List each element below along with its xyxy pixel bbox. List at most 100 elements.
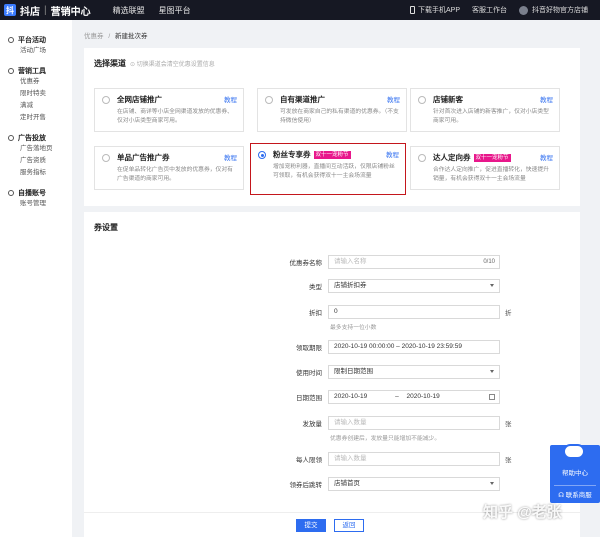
channel-option-influencer[interactable]: 达人定向券 双十一宠粉节 教程 合作达人定向推广，促进直播转化，快速提升销量，有… [410, 146, 560, 190]
channel-option-all-store[interactable]: 全网店铺推广 教程 在店铺、商详等小店全网渠道发放的优惠券、仅对小店类型商家可用… [94, 88, 244, 132]
tutorial-link[interactable]: 教程 [540, 152, 553, 162]
submit-button[interactable]: 提交 [296, 519, 326, 532]
chat-bubble-icon [563, 444, 585, 459]
nav-item-star[interactable]: 星图平台 [159, 5, 191, 16]
phone-icon [409, 6, 415, 14]
nav-item-alliance[interactable]: 精选联盟 [113, 5, 145, 16]
sidebar-group-label: 广告投放 [18, 134, 46, 142]
row-discount: 折扣 0 折 [84, 305, 580, 319]
tutorial-link[interactable]: 教程 [386, 149, 399, 159]
logo-icon: 抖 [4, 4, 16, 16]
sidebar-item-scheduled-sale[interactable]: 定时开售 [0, 112, 72, 124]
sidebar-group-title[interactable]: 营销工具 [0, 65, 72, 76]
sidebar-item-flash-sale[interactable]: 限时特卖 [0, 88, 72, 100]
sidebar-item-activity-square[interactable]: 活动广场 [0, 45, 72, 57]
row-type: 类型 店铺折扣券 [84, 279, 580, 293]
row-coupon-name: 优惠券名称 请输入名称 0/10 [84, 255, 580, 269]
radio-icon[interactable] [102, 154, 110, 162]
breadcrumb-current: 新建批次券 [114, 33, 148, 40]
divider [554, 485, 596, 486]
sidebar-group-title[interactable]: 平台活动 [0, 34, 72, 45]
channel-name: 店铺新客 [433, 95, 463, 104]
sidebar-item-ad-qualification[interactable]: 广告资质 [0, 155, 72, 167]
limit-input[interactable]: 请输入数量 [328, 452, 500, 466]
tutorial-link[interactable]: 教程 [540, 94, 553, 104]
radio-icon[interactable] [258, 151, 266, 159]
discount-label: 折扣 [309, 310, 322, 317]
claim-period-value: 2020-10-19 00:00:00 – 2020-10-19 23:59:5… [334, 343, 462, 350]
type-select[interactable]: 店铺折扣券 [328, 279, 500, 293]
sidebar-item-coupon[interactable]: 优惠券 [0, 76, 72, 88]
sidebar-item-full-reduction[interactable]: 满减 [0, 100, 72, 112]
channel-hint: ⊙ 切换渠道会清空优惠设置信息 [130, 62, 215, 68]
channel-hint-text: 切换渠道会清空优惠设置信息 [136, 62, 215, 68]
sidebar-group-title[interactable]: 自播账号 [0, 187, 72, 198]
use-time-select[interactable]: 限制日期范围 [328, 365, 500, 379]
sidebar-item-service-metrics[interactable]: 服务指标 [0, 167, 72, 179]
sidebar-item-account-management[interactable]: 账号管理 [0, 198, 72, 210]
channel-option-own[interactable]: 自有渠道推广 教程 可发放在商家自己的私有渠道的优惠券。（不支持微信使用） [257, 88, 407, 132]
group-icon [8, 67, 14, 74]
claim-period-picker[interactable]: 2020-10-19 00:00:00 – 2020-10-19 23:59:5… [328, 340, 500, 354]
quantity-input[interactable]: 请输入数量 [328, 416, 500, 430]
help-center-button[interactable]: 帮助中心 [550, 467, 600, 477]
coupon-name-input[interactable]: 请输入名称 0/10 [328, 255, 500, 269]
headset-icon: ☊ [558, 492, 566, 499]
shop-name: 抖音好物官方店铺 [532, 7, 588, 14]
coupon-settings-card: 券设置 优惠券名称 请输入名称 0/10 类型 店铺折扣券 折扣 0 折 最多支… [84, 212, 580, 512]
caret-down-icon [490, 482, 494, 485]
shop-account[interactable]: 抖音好物官方店铺 [519, 5, 588, 15]
watermark: 知乎 @老张 [483, 504, 562, 521]
tutorial-link[interactable]: 教程 [224, 152, 237, 162]
row-jump-after-claim: 领券后跳转 店铺首页 [84, 477, 580, 491]
jump-value: 店铺首页 [334, 480, 360, 487]
contact-service-button[interactable]: ☊ 联系商服 [550, 489, 600, 499]
group-icon [8, 189, 14, 196]
contact-service-label: 联系商服 [565, 492, 592, 499]
discount-unit: 折 [505, 310, 512, 317]
sidebar-group-platform: 平台活动 活动广场 [0, 34, 72, 57]
channel-option-new-customer[interactable]: 店铺新客 教程 针对首次进入店铺的新客推广，仅对小店类型商家可用。 [410, 88, 560, 132]
channel-desc: 可发放在商家自己的私有渠道的优惠券。（不支持微信使用） [280, 109, 399, 124]
top-nav: 精选联盟 星图平台 [113, 5, 205, 16]
back-button[interactable]: 返回 [334, 519, 364, 532]
quantity-unit: 张 [505, 421, 512, 428]
caret-down-icon [490, 284, 494, 287]
tutorial-link[interactable]: 教程 [224, 94, 237, 104]
tutorial-link[interactable]: 教程 [387, 94, 400, 104]
promo-tag: 双十一宠粉节 [313, 150, 351, 159]
limit-label: 每人限领 [296, 457, 322, 464]
logo-divider: | [44, 4, 47, 16]
channel-option-single-ad[interactable]: 单品广告推广券 教程 在促单品转化广告页中发放的优惠券，仅对有广告渠道的商家可用… [94, 146, 244, 190]
channel-name: 粉丝专享券 双十一宠粉节 [273, 149, 399, 160]
channel-option-fans[interactable]: 粉丝专享券 双十一宠粉节 教程 增加宠粉利器，直播间互动活跃，仅限店铺粉丝可领取… [250, 143, 406, 195]
discount-input[interactable]: 0 [328, 305, 500, 319]
sidebar-group-title[interactable]: 广告投放 [0, 132, 72, 143]
sidebar-group-label: 平台活动 [18, 36, 46, 44]
radio-icon[interactable] [265, 96, 273, 104]
radio-icon[interactable] [102, 96, 110, 104]
logo-subtitle: 营销中心 [50, 6, 91, 18]
breadcrumb-parent[interactable]: 优惠券 [84, 33, 104, 40]
logo[interactable]: 抖 抖店 | 营销中心 [0, 0, 91, 20]
radio-icon[interactable] [418, 154, 426, 162]
sidebar-group-label: 自播账号 [18, 189, 46, 197]
radio-icon[interactable] [418, 96, 426, 104]
channel-desc: 增加宠粉利器，直播间互动活跃，仅限店铺粉丝可领取，有机会获得双十一主会场流量 [273, 164, 395, 179]
group-icon [8, 36, 14, 43]
row-date-range: 日期范围 2020-10-19 – 2020-10-19 [84, 390, 580, 404]
date-range-picker[interactable]: 2020-10-19 – 2020-10-19 [328, 390, 500, 404]
sidebar-item-ad-landing[interactable]: 广告落地页 [0, 143, 72, 155]
channel-desc: 合作达人定向推广，促进直播转化，快速提升销量，有机会获得双十一主会场流量 [433, 167, 549, 182]
type-value: 店铺折扣券 [334, 282, 367, 289]
download-app-link[interactable]: 下载手机APP [409, 5, 460, 15]
row-claim-period: 领取期限 2020-10-19 00:00:00 – 2020-10-19 23… [84, 340, 580, 354]
top-bar: 抖 抖店 | 营销中心 精选联盟 星图平台 下载手机APP 客服工作台 抖音好物… [0, 0, 600, 20]
service-workbench-label: 客服工作台 [472, 7, 507, 14]
date-separator: – [395, 393, 399, 400]
sidebar-group-live-account: 自播账号 账号管理 [0, 187, 72, 210]
service-workbench-link[interactable]: 客服工作台 [472, 5, 507, 15]
jump-select[interactable]: 店铺首页 [328, 477, 500, 491]
quantity-label: 发放量 [302, 421, 323, 428]
channel-section-title: 选择渠道 [94, 59, 126, 68]
